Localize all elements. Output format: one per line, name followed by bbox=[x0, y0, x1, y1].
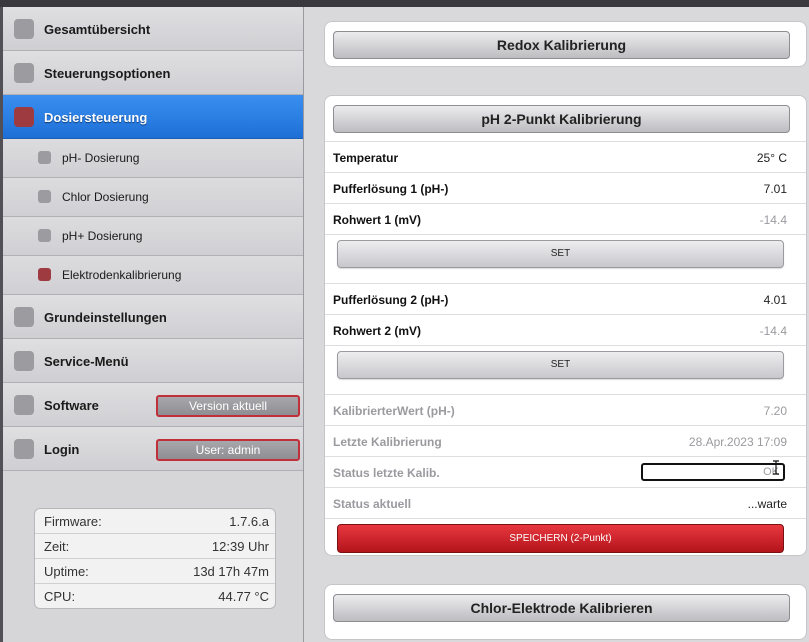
bullet-icon bbox=[14, 439, 34, 459]
sidebar-item-label: Software bbox=[44, 398, 99, 413]
info-value: 44.77 °C bbox=[218, 589, 269, 604]
info-value: 12:39 Uhr bbox=[211, 539, 269, 554]
sidebar-item-label: Elektrodenkalibrierung bbox=[62, 268, 182, 282]
bullet-icon bbox=[14, 107, 34, 127]
row-status-aktuell: Status aktuell ...warte bbox=[325, 487, 806, 519]
sidebar-item-label: pH- Dosierung bbox=[62, 151, 140, 165]
bullet-icon bbox=[38, 151, 51, 164]
sidebar-item-grundeinstellungen[interactable]: Grundeinstellungen bbox=[3, 295, 303, 339]
sidebar-item-gesamtuebersicht[interactable]: Gesamtübersicht bbox=[3, 7, 303, 51]
row-kalibriert: KalibrierterWert (pH-) 7.20 bbox=[325, 394, 806, 426]
row-value: 7.20 bbox=[763, 404, 787, 418]
row-save: SPEICHERN (2-Punkt) bbox=[325, 518, 806, 557]
sidebar-item-service-menu[interactable]: Service-Menü bbox=[3, 339, 303, 383]
info-key: Zeit: bbox=[44, 539, 70, 554]
redox-calibration-button[interactable]: Redox Kalibrierung bbox=[333, 31, 790, 59]
row-label: Pufferlösung 2 (pH-) bbox=[333, 293, 449, 307]
sidebar-item-label: Dosiersteuerung bbox=[44, 110, 148, 125]
bullet-icon bbox=[14, 307, 34, 327]
row-value: 25° C bbox=[756, 151, 787, 165]
status-last-field[interactable]: OK bbox=[641, 463, 785, 481]
row-puffer1[interactable]: Pufferlösung 1 (pH-) 7.01 bbox=[325, 172, 806, 204]
bullet-icon bbox=[14, 351, 34, 371]
sidebar-item-ph-plus-dosierung[interactable]: pH+ Dosierung bbox=[3, 217, 303, 256]
buffer1-value[interactable]: 7.01 bbox=[764, 182, 787, 196]
system-info-panel: Firmware: 1.7.6.a Zeit: 12:39 Uhr Uptime… bbox=[34, 508, 276, 609]
buffer2-value[interactable]: 4.01 bbox=[764, 293, 787, 307]
info-value: 13d 17h 47m bbox=[193, 564, 269, 579]
row-value: -14.4 bbox=[759, 324, 787, 338]
sidebar-item-login[interactable]: Login User: admin bbox=[3, 427, 303, 471]
bullet-icon bbox=[38, 268, 51, 281]
row-label: Pufferlösung 1 (pH-) bbox=[333, 182, 449, 196]
text-cursor-icon bbox=[773, 460, 779, 475]
info-row-uptime: Uptime: 13d 17h 47m bbox=[35, 559, 275, 584]
sidebar: Gesamtübersicht Steuerungsoptionen Dosie… bbox=[0, 7, 304, 642]
bullet-icon bbox=[38, 229, 51, 242]
row-temperatur: Temperatur 25° C bbox=[325, 141, 806, 173]
software-status-badge[interactable]: Version aktuell bbox=[156, 395, 300, 417]
info-key: CPU: bbox=[44, 589, 76, 604]
info-row-zeit: Zeit: 12:39 Uhr bbox=[35, 534, 275, 559]
row-set2: SET bbox=[325, 345, 806, 394]
sidebar-item-dosiersteuerung[interactable]: Dosiersteuerung bbox=[3, 95, 303, 139]
row-status-letzte: Status letzte Kalib. OK bbox=[325, 456, 806, 488]
row-label: Temperatur bbox=[333, 151, 399, 165]
sidebar-item-label: Steuerungsoptionen bbox=[44, 66, 171, 81]
sidebar-item-chlor-dosierung[interactable]: Chlor Dosierung bbox=[3, 178, 303, 217]
set-button-1[interactable]: SET bbox=[337, 240, 784, 268]
row-rohwert2: Rohwert 2 (mV) -14.4 bbox=[325, 314, 806, 346]
main-content: Redox Kalibrierung pH 2-Punkt Kalibrieru… bbox=[305, 7, 809, 642]
sidebar-item-label: Grundeinstellungen bbox=[44, 310, 167, 325]
save-two-point-button[interactable]: SPEICHERN (2-Punkt) bbox=[337, 524, 784, 553]
set-button-2[interactable]: SET bbox=[337, 351, 784, 379]
info-row-cpu: CPU: 44.77 °C bbox=[35, 584, 275, 608]
info-value: 1.7.6.a bbox=[229, 514, 269, 529]
row-label: Rohwert 2 (mV) bbox=[333, 324, 422, 338]
info-row-firmware: Firmware: 1.7.6.a bbox=[35, 509, 275, 534]
sidebar-item-label: Gesamtübersicht bbox=[44, 22, 151, 37]
sidebar-item-elektrodenkalibrierung[interactable]: Elektrodenkalibrierung bbox=[3, 256, 303, 295]
info-key: Uptime: bbox=[44, 564, 89, 579]
sidebar-item-label: Login bbox=[44, 442, 80, 457]
row-label: Rohwert 1 (mV) bbox=[333, 213, 422, 227]
redox-card: Redox Kalibrierung bbox=[324, 21, 807, 67]
ph-calibration-card: pH 2-Punkt Kalibrierung Temperatur 25° C… bbox=[324, 95, 807, 556]
row-value: ...warte bbox=[747, 497, 787, 511]
bullet-icon bbox=[14, 63, 34, 83]
row-label: Status aktuell bbox=[333, 497, 412, 511]
row-value: -14.4 bbox=[759, 213, 787, 227]
top-bar bbox=[0, 0, 809, 7]
sidebar-item-ph-minus-dosierung[interactable]: pH- Dosierung bbox=[3, 139, 303, 178]
row-puffer2[interactable]: Pufferlösung 2 (pH-) 4.01 bbox=[325, 283, 806, 315]
chlor-calibration-button[interactable]: Chlor-Elektrode Kalibrieren bbox=[333, 594, 790, 622]
row-rohwert1: Rohwert 1 (mV) -14.4 bbox=[325, 203, 806, 235]
bullet-icon bbox=[38, 190, 51, 203]
row-label: Status letzte Kalib. bbox=[333, 466, 440, 480]
row-label: Letzte Kalibrierung bbox=[333, 435, 442, 449]
sidebar-item-software[interactable]: Software Version aktuell bbox=[3, 383, 303, 427]
ph-calibration-header-button[interactable]: pH 2-Punkt Kalibrierung bbox=[333, 105, 790, 133]
sidebar-item-steuerungsoptionen[interactable]: Steuerungsoptionen bbox=[3, 51, 303, 95]
chlor-card: Chlor-Elektrode Kalibrieren bbox=[324, 584, 807, 640]
sidebar-item-label: Service-Menü bbox=[44, 354, 129, 369]
row-label: KalibrierterWert (pH-) bbox=[333, 404, 455, 418]
sidebar-item-label: pH+ Dosierung bbox=[62, 229, 143, 243]
bullet-icon bbox=[14, 19, 34, 39]
row-set1: SET bbox=[325, 234, 806, 283]
row-value: 28.Apr.2023 17:09 bbox=[688, 435, 787, 449]
info-key: Firmware: bbox=[44, 514, 102, 529]
user-badge[interactable]: User: admin bbox=[156, 439, 300, 461]
bullet-icon bbox=[14, 395, 34, 415]
row-letzte-kalibrierung: Letzte Kalibrierung 28.Apr.2023 17:09 bbox=[325, 425, 806, 457]
sidebar-item-label: Chlor Dosierung bbox=[62, 190, 149, 204]
